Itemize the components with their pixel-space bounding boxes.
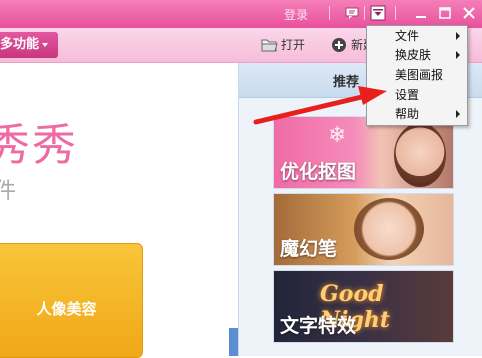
menu-item-skin[interactable]: 换皮肤: [367, 45, 467, 65]
menu-item-settings[interactable]: 设置: [367, 85, 467, 105]
scrollbar-thumb[interactable]: [229, 328, 238, 356]
brand-title: 秀秀: [0, 120, 78, 171]
login-link[interactable]: 登录: [284, 6, 308, 23]
menu-item-pictorial[interactable]: 美图画报: [367, 65, 467, 85]
menu-item-label: 文件: [395, 29, 420, 43]
card-label: 文字特效: [280, 315, 357, 337]
portrait-image: [394, 123, 446, 187]
portrait-beauty-label: 人像美容: [36, 300, 97, 318]
close-icon[interactable]: [461, 5, 477, 21]
chevron-right-icon: [456, 110, 460, 118]
home-pane: 秀秀 件 人像美容: [0, 63, 238, 358]
menu-item-label: 换皮肤: [395, 48, 432, 62]
divider: [364, 6, 365, 20]
card-label: 优化抠图: [280, 161, 357, 183]
recommend-title: 推荐: [333, 75, 360, 90]
card-label: 魔幻笔: [280, 238, 338, 260]
menu-item-help[interactable]: 帮助: [367, 104, 467, 124]
divider: [329, 6, 330, 20]
menu-item-file[interactable]: 文件: [367, 26, 467, 46]
folder-icon: [261, 39, 278, 52]
more-functions-button[interactable]: 多功能: [0, 32, 58, 58]
recommend-card[interactable]: Good Night 文字特效: [273, 270, 454, 343]
menu-item-label: 设置: [395, 88, 420, 102]
brand-subtitle: 件: [0, 179, 17, 204]
divider: [395, 6, 396, 20]
menu-dropdown-icon[interactable]: [370, 5, 386, 21]
open-label: 打开: [281, 38, 306, 52]
title-bar: 登录: [0, 0, 482, 28]
minimize-icon[interactable]: [413, 5, 429, 21]
message-icon[interactable]: [344, 5, 360, 21]
menu-item-label: 美图画报: [395, 68, 444, 82]
recommend-card[interactable]: 魔幻笔: [273, 193, 454, 266]
add-circle-icon: [332, 38, 346, 52]
main-dropdown-menu: 文件 换皮肤 美图画报 设置 帮助: [366, 25, 468, 126]
more-functions-label: 多功能: [0, 37, 40, 52]
portrait-image: [354, 198, 424, 260]
chevron-down-icon: [42, 42, 49, 47]
chevron-right-icon: [456, 32, 460, 40]
menu-item-label: 帮助: [395, 107, 420, 121]
portrait-beauty-button[interactable]: 人像美容: [0, 243, 143, 358]
recommend-card[interactable]: ❄ 优化抠图: [273, 116, 454, 189]
snowflake-icon: ❄: [328, 123, 347, 148]
maximize-icon[interactable]: [437, 5, 453, 21]
chevron-right-icon: [456, 51, 460, 59]
